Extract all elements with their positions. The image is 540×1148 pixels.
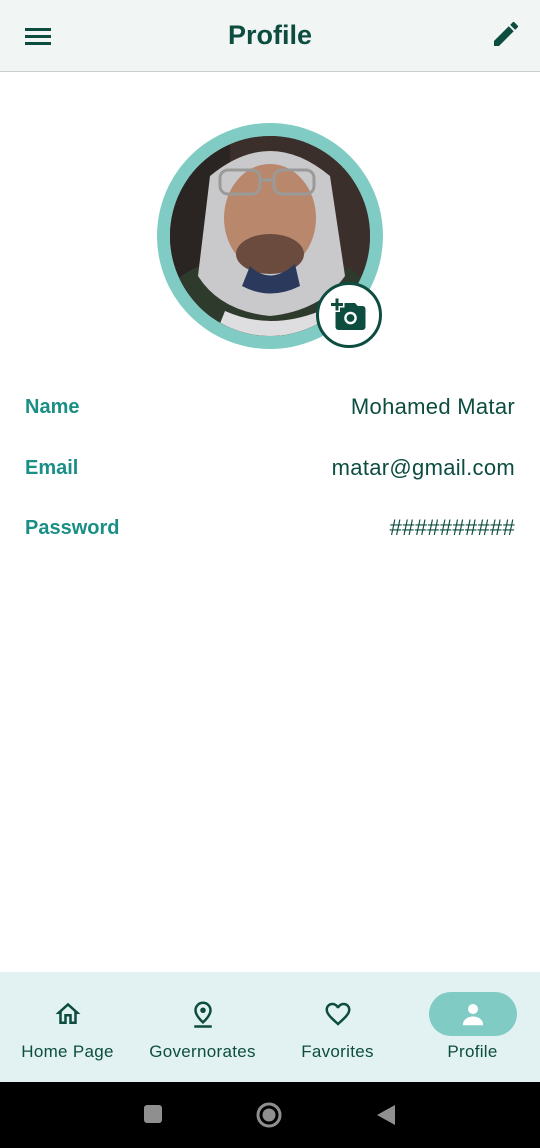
name-label: Name — [25, 395, 80, 418]
email-value: matar@gmail.com — [331, 455, 515, 480]
system-home-button[interactable] — [256, 1102, 282, 1133]
menu-icon — [25, 28, 51, 45]
name-row: Name Mohamed Matar — [25, 387, 515, 427]
edit-profile-button[interactable] — [490, 18, 522, 50]
nav-label-home: Home Page — [21, 1042, 114, 1061]
home-icon — [55, 1002, 80, 1024]
nav-label-profile: Profile — [447, 1042, 498, 1061]
nav-label-favorites: Favorites — [301, 1042, 374, 1061]
pencil-icon — [494, 21, 519, 46]
email-row: Email matar@gmail.com — [25, 448, 515, 488]
nav-item-home[interactable]: Home Page — [0, 972, 135, 1082]
nav-item-favorites[interactable]: Favorites — [270, 972, 405, 1082]
password-value: ########## — [389, 515, 515, 540]
recents-button[interactable] — [143, 1104, 163, 1129]
back-button[interactable] — [376, 1104, 396, 1131]
nav-item-profile[interactable]: Profile — [405, 972, 540, 1082]
password-label: Password — [25, 516, 120, 539]
nav-item-governorates[interactable]: Governorates — [135, 972, 270, 1082]
add-photo-camera-icon — [331, 298, 366, 330]
recents-square-icon — [144, 1105, 162, 1123]
nav-active-indicator — [428, 992, 517, 1036]
person-icon — [462, 1004, 483, 1026]
nav-label-governorates: Governorates — [149, 1042, 256, 1061]
app-bar: Profile — [0, 0, 540, 72]
profile-avatar — [157, 123, 383, 349]
heart-icon — [325, 1002, 350, 1026]
home-circle-icon — [256, 1102, 282, 1128]
system-navigation-bar — [0, 1082, 540, 1148]
page-title: Profile — [227, 20, 313, 50]
change-photo-button[interactable] — [316, 282, 382, 348]
bottom-navigation: Home Page Governorates Favorites Profile — [0, 972, 540, 1082]
email-label: Email — [25, 456, 79, 479]
location-pin-icon — [193, 1001, 212, 1028]
name-value: Mohamed Matar — [350, 394, 515, 419]
menu-button[interactable] — [22, 20, 54, 52]
password-row: Password ########## — [25, 508, 515, 548]
back-triangle-icon — [377, 1105, 395, 1125]
